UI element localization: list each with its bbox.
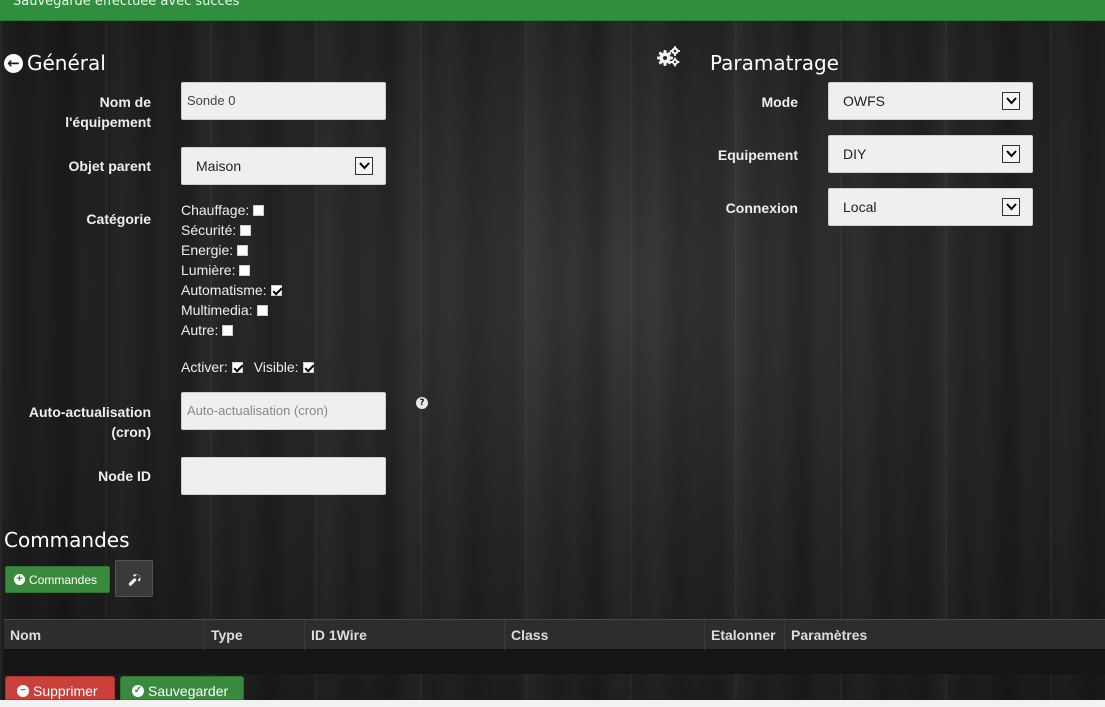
equipment-select[interactable]: DIY: [828, 135, 1033, 173]
category-item-multimedia: Multimedia:: [181, 300, 282, 320]
equipment-name-label-line1: Nom de: [99, 94, 151, 110]
parent-object-value: Maison: [196, 158, 242, 174]
activate-visible-row: Activer: Visible:: [181, 357, 314, 377]
equipment-name-label-line2: l'équipement: [65, 114, 151, 130]
category-checkbox-chauffage[interactable]: [253, 204, 265, 216]
category-list: Chauffage: Sécurité: Energie: Lumière: A…: [181, 200, 282, 340]
question-circle-icon[interactable]: ?: [416, 397, 428, 409]
column-header-id-1wire[interactable]: ID 1Wire: [304, 620, 504, 651]
category-checkbox-lumiere[interactable]: [239, 264, 251, 276]
category-checkbox-automatisme[interactable]: [270, 284, 282, 296]
autorefresh-input[interactable]: Auto-actualisation (cron): [181, 392, 386, 430]
activate-checkbox[interactable]: [231, 361, 243, 373]
alert-message: Sauvegarde effectuée avec succès: [13, 0, 240, 9]
column-header-type[interactable]: Type: [204, 620, 304, 651]
check-circle-icon: ✓: [132, 685, 144, 697]
equipment-name-label: Nom de l'équipement: [40, 92, 151, 132]
chevron-down-icon: [1002, 92, 1020, 110]
category-label-automatisme: Automatisme:: [181, 282, 267, 298]
column-header-parametres[interactable]: Paramètres: [784, 620, 1105, 651]
commands-title: Commandes: [4, 528, 130, 552]
node-id-label: Node ID: [98, 468, 151, 484]
plus-circle-icon: +: [14, 574, 25, 585]
mode-select[interactable]: OWFS: [828, 82, 1033, 120]
category-label-energie: Energie:: [181, 242, 234, 258]
autorefresh-label-line1: Auto-actualisation: [28, 404, 151, 420]
category-checkbox-energie[interactable]: [237, 244, 249, 256]
category-checkbox-multimedia[interactable]: [256, 304, 268, 316]
column-header-nom[interactable]: Nom: [4, 620, 204, 651]
save-button[interactable]: ✓ Sauvegarder: [120, 676, 244, 700]
page-bottom-edge: [0, 700, 1105, 707]
minus-circle-icon: −: [17, 685, 29, 697]
mode-label: Mode: [761, 94, 798, 110]
category-label-autre: Autre:: [181, 322, 219, 338]
equipment-label: Equipement: [717, 147, 798, 163]
connection-label: Connexion: [725, 200, 798, 216]
autorefresh-label-line2: (cron): [111, 424, 151, 440]
chevron-down-icon: [1002, 198, 1020, 216]
connection-value: Local: [843, 199, 877, 215]
equipment-name-input[interactable]: Sonde 0: [181, 82, 386, 120]
commands-table-body: [4, 650, 1105, 674]
category-label-lumiere: Lumière:: [181, 262, 236, 278]
node-id-input[interactable]: [181, 457, 386, 495]
category-label-chauffage: Chauffage:: [181, 202, 250, 218]
save-label: Sauvegarder: [148, 683, 229, 699]
autorefresh-label: Auto-actualisation (cron): [10, 402, 151, 442]
category-checkbox-autre[interactable]: [222, 324, 234, 336]
visible-label: Visible:: [253, 359, 299, 375]
wrench-icon: [128, 573, 141, 586]
add-command-label: Commandes: [29, 572, 98, 587]
delete-label: Supprimer: [33, 683, 98, 699]
category-item-chauffage: Chauffage:: [181, 200, 282, 220]
add-command-button[interactable]: + Commandes: [5, 566, 110, 593]
category-label: Catégorie: [86, 211, 151, 227]
chevron-down-icon: [355, 157, 373, 175]
category-item-lumiere: Lumière:: [181, 260, 282, 280]
category-label-multimedia: Multimedia:: [181, 302, 253, 318]
parent-object-select[interactable]: Maison: [181, 147, 386, 185]
category-item-securite: Sécurité:: [181, 220, 282, 240]
general-title: Général: [27, 51, 106, 75]
advanced-config-button[interactable]: [115, 560, 153, 597]
settings-title: Paramatrage: [710, 51, 839, 75]
category-item-energie: Energie:: [181, 240, 282, 260]
category-item-automatisme: Automatisme:: [181, 280, 282, 300]
column-header-class[interactable]: Class: [504, 620, 704, 651]
visible-checkbox[interactable]: [302, 361, 314, 373]
commands-table-header: Nom Type ID 1Wire Class Etalonner Paramè…: [4, 619, 1105, 651]
arrow-circle-left-icon[interactable]: ←: [4, 53, 23, 73]
category-checkbox-securite[interactable]: [240, 224, 252, 236]
category-label-securite: Sécurité:: [181, 222, 237, 238]
gears-icon: [657, 46, 681, 68]
equipment-value: DIY: [843, 146, 867, 162]
chevron-down-icon: [1002, 145, 1020, 163]
connection-select[interactable]: Local: [828, 188, 1033, 226]
category-item-autre: Autre:: [181, 320, 282, 340]
parent-object-label: Objet parent: [68, 158, 151, 174]
success-alert: Sauvegarde effectuée avec succès: [0, 0, 1105, 21]
general-heading: ← Général: [4, 51, 106, 75]
delete-button[interactable]: − Supprimer: [5, 676, 115, 700]
column-header-etalonner[interactable]: Etalonner: [704, 620, 784, 651]
mode-value: OWFS: [843, 93, 885, 109]
activate-label: Activer:: [181, 359, 228, 375]
